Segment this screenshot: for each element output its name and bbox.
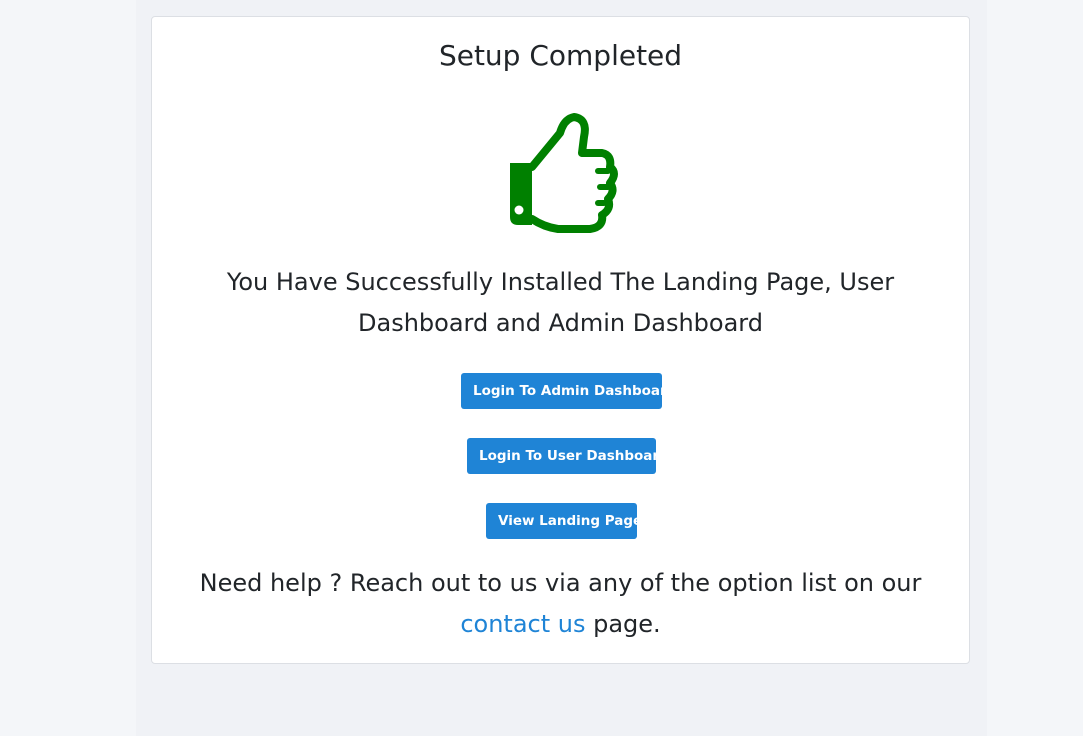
- help-text: Need help ? Reach out to us via any of t…: [182, 563, 939, 645]
- thumbs-up-icon: [504, 113, 620, 233]
- view-landing-page-button[interactable]: View Landing Page: [486, 503, 642, 539]
- page-title: Setup Completed: [438, 39, 683, 72]
- help-text-after: page.: [593, 610, 661, 638]
- setup-card: Setup Completed You Have Successfully In…: [151, 16, 970, 664]
- login-admin-dashboard-button[interactable]: Login To Admin Dashboard: [461, 373, 676, 409]
- login-user-dashboard-button[interactable]: Login To User Dashboard: [467, 438, 669, 474]
- help-text-before: Need help ? Reach out to us via any of t…: [199, 569, 922, 597]
- success-message: You Have Successfully Installed The Land…: [226, 268, 895, 337]
- contact-us-link[interactable]: contact us: [460, 610, 585, 638]
